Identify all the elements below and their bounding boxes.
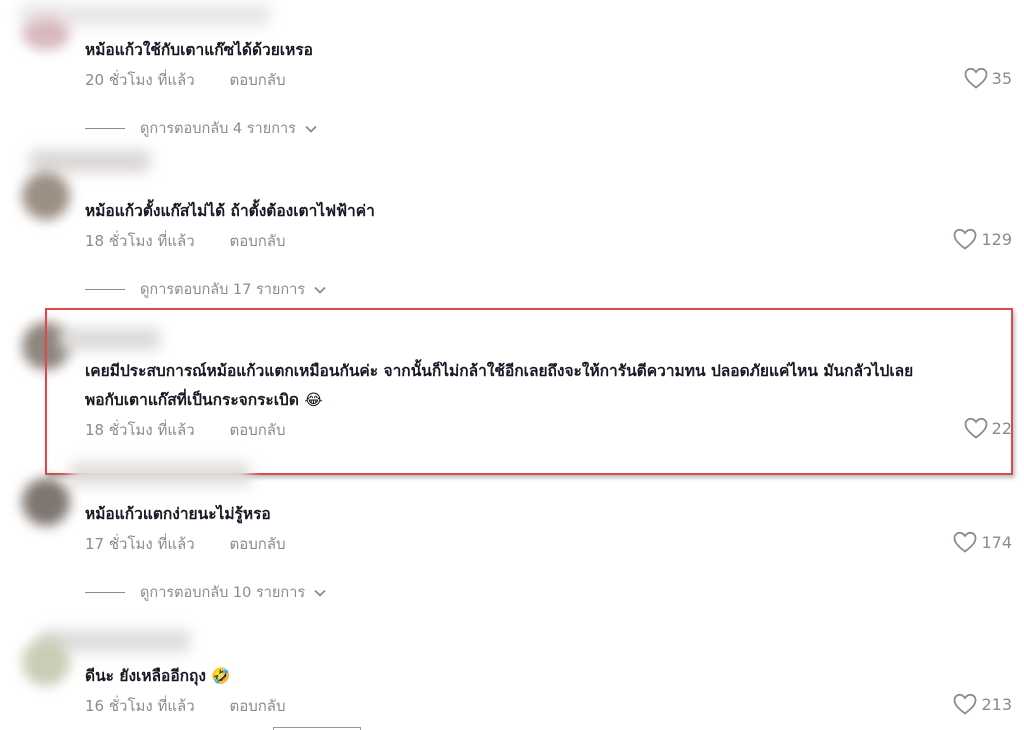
rofl-emoji-icon: 🤣: [211, 667, 231, 685]
view-replies-label: ดูการตอบกลับ 17 รายการ: [140, 282, 306, 298]
reply-button[interactable]: ตอบกลับ: [229, 694, 285, 718]
like-count: 213: [981, 694, 1012, 714]
avatar[interactable]: [22, 172, 70, 220]
reply-button[interactable]: ตอบกลับ: [229, 229, 285, 253]
chevron-down-icon: [304, 124, 318, 134]
chevron-down-icon: [313, 285, 327, 295]
blurred-username: [30, 150, 150, 172]
view-replies-label: ดูการตอบกลับ 10 รายการ: [140, 585, 306, 601]
heart-outline-icon: [954, 228, 977, 250]
comment-time: 16 ชั่วโมง ที่แล้ว: [85, 697, 195, 715]
heart-outline-icon: [954, 531, 977, 553]
like-count: 174: [981, 532, 1012, 552]
comment-text: ดีนะ ยังเหลืออีกถุง 🤣: [85, 662, 231, 690]
like-button[interactable]: 213: [953, 693, 1012, 715]
divider-line: [85, 128, 125, 129]
like-count: 35: [991, 68, 1012, 88]
comment-meta: 18 ชั่วโมง ที่แล้ว ตอบกลับ: [85, 229, 286, 253]
like-button[interactable]: 174: [953, 531, 1012, 553]
avatar[interactable]: [22, 638, 70, 686]
heart-outline-icon: [954, 693, 977, 715]
comment-section: หม้อแก้วใช้กับเตาแก๊ซได้ด้วยเหรอ 20 ชั่ว…: [0, 0, 1024, 730]
avatar[interactable]: [22, 478, 70, 526]
view-replies-button[interactable]: ดูการตอบกลับ 10 รายการ: [85, 581, 327, 604]
comment-time: 20 ชั่วโมง ที่แล้ว: [85, 71, 195, 89]
comment-text-line: ดีนะ ยังเหลืออีกถุง: [85, 667, 207, 685]
like-button[interactable]: 129: [953, 228, 1012, 250]
comment-meta: 16 ชั่วโมง ที่แล้ว ตอบกลับ: [85, 694, 286, 718]
comment-time: 17 ชั่วโมง ที่แล้ว: [85, 535, 195, 553]
chevron-down-icon: [313, 588, 327, 598]
reply-button[interactable]: ตอบกลับ: [229, 532, 285, 556]
view-replies-button[interactable]: ดูการตอบกลับ 4 รายการ: [85, 117, 318, 140]
like-button[interactable]: 35: [964, 67, 1012, 89]
comment-meta: 17 ชั่วโมง ที่แล้ว ตอบกลับ: [85, 532, 286, 556]
comment-text: หม้อแก้วใช้กับเตาแก๊ซได้ด้วยเหรอ: [85, 41, 313, 59]
view-replies-label: ดูการตอบกลับ 4 รายการ: [140, 121, 296, 137]
heart-outline-icon: [964, 67, 988, 89]
blurred-username: [70, 462, 250, 486]
avatar[interactable]: [22, 18, 70, 50]
reply-button[interactable]: ตอบกลับ: [229, 68, 285, 92]
comment-text: หม้อแก้วแตกง่ายนะไม่รู้หรอ: [85, 505, 271, 523]
divider-line: [85, 289, 125, 290]
comment-text: หม้อแก้วตั้งแก๊สไม่ได้ ถ้าตั้งต้องเตาไฟฟ…: [85, 202, 375, 220]
like-count: 129: [981, 229, 1012, 249]
comment-meta: 20 ชั่วโมง ที่แล้ว ตอบกลับ: [85, 68, 286, 92]
divider-line: [85, 592, 125, 593]
view-replies-button[interactable]: ดูการตอบกลับ 17 รายการ: [85, 278, 327, 301]
highlight-box: [45, 308, 1013, 475]
comment-time: 18 ชั่วโมง ที่แล้ว: [85, 232, 195, 250]
